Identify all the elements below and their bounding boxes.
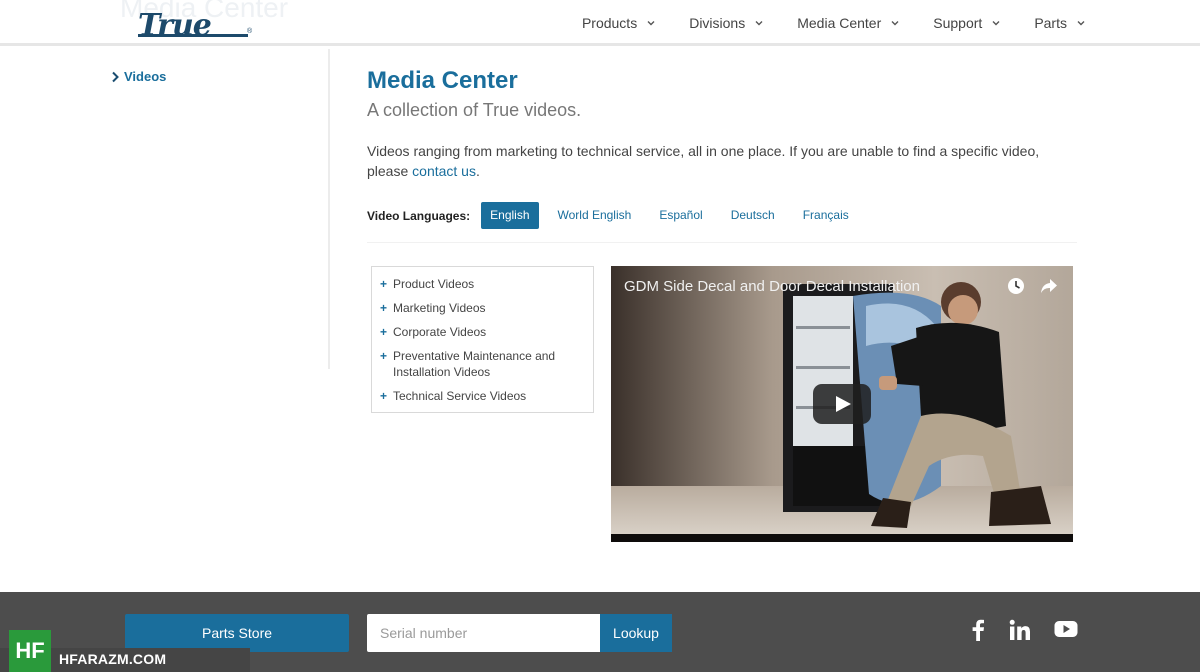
clock-icon[interactable] <box>1007 277 1025 295</box>
chevron-down-icon <box>755 21 763 26</box>
nav-label: Media Center <box>797 15 882 31</box>
site-header: Media Center True ® Products Divisions M… <box>0 0 1200 46</box>
linkedin-icon[interactable] <box>1009 619 1031 641</box>
chevron-right-icon <box>112 71 119 82</box>
language-deutsch[interactable]: Deutsch <box>722 202 784 229</box>
chevron-down-icon <box>1077 21 1085 26</box>
main-nav: Products Divisions Media Center Support … <box>549 0 1086 46</box>
serial-number-input[interactable] <box>367 614 600 652</box>
category-product-videos[interactable]: + Product Videos <box>372 276 593 292</box>
category-label: Technical Service Videos <box>393 389 527 403</box>
chevron-down-icon <box>891 21 899 26</box>
nav-parts[interactable]: Parts <box>1034 15 1086 31</box>
logo-underline <box>138 34 248 37</box>
video-category-list: + Product Videos + Marketing Videos + Co… <box>371 266 594 413</box>
category-label: Corporate Videos <box>393 325 487 339</box>
category-label: Preventative Maintenance and Installatio… <box>393 349 556 379</box>
language-english[interactable]: English <box>481 202 539 229</box>
contact-us-link[interactable]: contact us <box>412 163 476 179</box>
nav-label: Support <box>933 15 983 31</box>
play-button[interactable] <box>813 384 871 424</box>
languages-label: Video Languages: <box>367 208 471 223</box>
video-title: GDM Side Decal and Door Decal Installati… <box>624 278 920 295</box>
language-world-english[interactable]: World English <box>549 202 641 229</box>
category-technical-service-videos[interactable]: + Technical Service Videos <box>372 388 593 404</box>
divider <box>367 242 1077 243</box>
plus-icon: + <box>380 389 388 403</box>
nav-media-center[interactable]: Media Center <box>797 15 900 31</box>
video-player[interactable]: GDM Side Decal and Door Decal Installati… <box>611 266 1073 542</box>
video-language-selector: Video Languages: English World English E… <box>367 202 868 229</box>
sidebar-item-videos[interactable]: Videos <box>110 69 166 84</box>
plus-icon: + <box>380 277 388 291</box>
play-icon <box>836 396 851 412</box>
plus-icon: + <box>380 325 388 339</box>
intro-text: Videos ranging from marketing to technic… <box>367 141 1077 181</box>
nav-support[interactable]: Support <box>933 15 1001 31</box>
nav-label: Parts <box>1034 15 1067 31</box>
share-icon[interactable] <box>1039 277 1059 295</box>
category-corporate-videos[interactable]: + Corporate Videos <box>372 324 593 340</box>
sidebar: Videos <box>0 49 330 369</box>
category-marketing-videos[interactable]: + Marketing Videos <box>372 300 593 316</box>
chevron-down-icon <box>647 21 655 26</box>
language-francais[interactable]: Français <box>794 202 858 229</box>
sidebar-item-label: Videos <box>124 69 167 84</box>
lookup-button[interactable]: Lookup <box>600 614 672 652</box>
intro-end: . <box>475 163 480 179</box>
watermark-text: HFARAZM.COM <box>59 651 167 667</box>
facebook-icon[interactable] <box>971 619 985 641</box>
category-maintenance-installation-videos[interactable]: + Preventative Maintenance and Installat… <box>372 348 593 380</box>
page-subtitle: A collection of True videos. <box>367 100 582 120</box>
nav-label: Divisions <box>689 15 746 31</box>
true-logo[interactable]: True <box>138 8 212 43</box>
nav-label: Products <box>581 15 638 31</box>
parts-store-button[interactable]: Parts Store <box>125 614 349 652</box>
plus-icon: + <box>380 301 388 315</box>
category-label: Product Videos <box>393 277 475 291</box>
watermark-logo: HF <box>9 630 51 672</box>
page-title: Media Center <box>367 67 518 94</box>
chevron-down-icon <box>992 21 1000 26</box>
youtube-icon[interactable] <box>1054 619 1078 639</box>
nav-products[interactable]: Products <box>582 15 656 31</box>
language-espanol[interactable]: Español <box>650 202 711 229</box>
category-label: Marketing Videos <box>393 301 486 315</box>
plus-icon: + <box>380 349 388 363</box>
logo-registered-mark: ® <box>247 28 253 35</box>
nav-divisions[interactable]: Divisions <box>689 15 764 31</box>
